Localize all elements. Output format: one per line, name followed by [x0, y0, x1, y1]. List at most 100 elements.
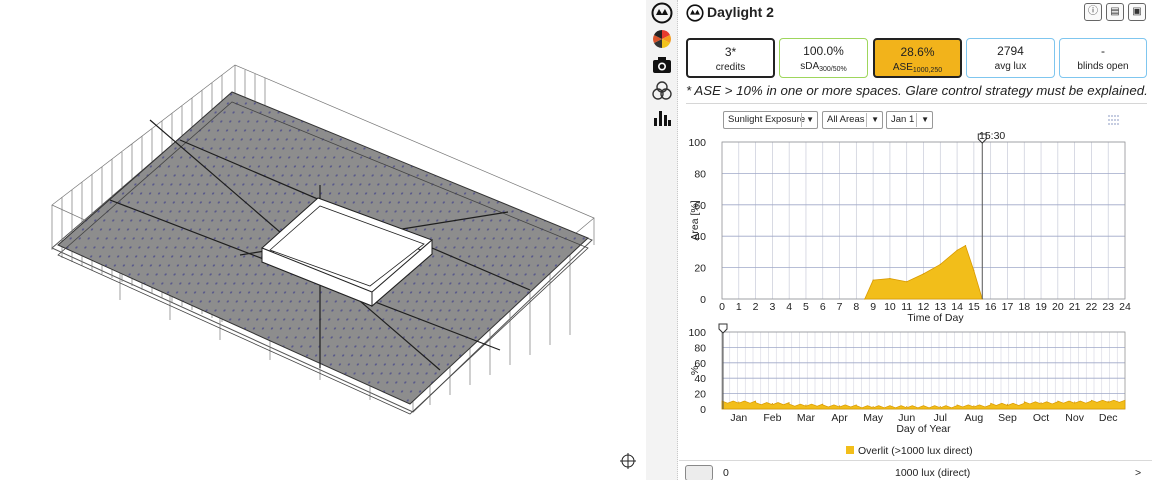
info-icon: ⓘ: [1088, 6, 1098, 17]
building-model-render: [51, 64, 636, 469]
x-tick-label: Apr: [831, 412, 848, 424]
x-tick-label: 21: [1069, 301, 1081, 313]
metric-label: sDA300/50%: [780, 61, 867, 73]
metric-card[interactable]: - blinds open: [1059, 38, 1147, 78]
metric-label: avg lux: [967, 61, 1054, 72]
area-select-value: All Areas: [827, 114, 865, 125]
export-button[interactable]: ▣: [1128, 3, 1146, 21]
daylight-panel: Daylight 2 ⓘ ▤ ▣ 3* credits 100.0% sDA300/5…: [679, 0, 1152, 480]
divider: [686, 103, 1147, 104]
x-tick-label: 23: [1102, 301, 1114, 313]
x-tick-label: 10: [884, 301, 896, 313]
data-point: [964, 245, 967, 247]
x-tick-label: 5: [803, 301, 809, 313]
x-tick-label: 19: [1035, 301, 1047, 313]
area-select[interactable]: All Areas ▼: [822, 111, 883, 129]
metric-card[interactable]: 28.6% ASE1000,250: [873, 38, 962, 78]
date-select[interactable]: Jan 1 ▼: [886, 111, 933, 129]
y-tick-label: 0: [700, 404, 706, 416]
x-tick-label: 7: [837, 301, 843, 313]
info-button[interactable]: ⓘ: [1084, 3, 1102, 21]
y-tick-label: 100: [688, 137, 706, 149]
data-point: [889, 277, 891, 280]
model-viewport[interactable]: [0, 0, 646, 480]
expand-button[interactable]: >: [1135, 467, 1141, 479]
data-point: [771, 403, 773, 405]
x-tick-label: May: [863, 412, 884, 424]
y-tick-label: 80: [694, 168, 706, 180]
data-point: [939, 263, 941, 266]
metric-label: credits: [688, 62, 773, 73]
orbit-icon[interactable]: [620, 453, 636, 469]
data-point: [922, 273, 925, 275]
camera-icon[interactable]: [651, 54, 673, 76]
tool-strip: [646, 0, 678, 480]
metric-label: blinds open: [1060, 61, 1146, 72]
chevron-down-icon: ▼: [806, 115, 814, 124]
x-tick-label: Mar: [797, 412, 816, 424]
metric-label-text: blinds open: [1077, 61, 1129, 72]
data-point: [838, 405, 841, 407]
y-axis-label: Area [%]: [689, 200, 701, 240]
x-tick-label: 24: [1119, 301, 1131, 313]
data-point: [1107, 400, 1109, 402]
data-point: [872, 406, 874, 408]
data-point: [805, 404, 807, 406]
bar-chart-icon[interactable]: [651, 106, 673, 128]
metric-select[interactable]: Sunlight Exposure ▼: [723, 111, 818, 129]
metric-value: 100.0%: [803, 44, 844, 58]
scale-min-value: 0: [723, 467, 729, 479]
metric-label: ASE1000,250: [875, 62, 960, 74]
date-select-value: Jan 1: [891, 114, 915, 125]
metric-card[interactable]: 2794 avg lux: [966, 38, 1055, 78]
chevron-down-icon: ▼: [871, 115, 879, 124]
data-point: [939, 406, 941, 408]
x-tick-label: 17: [1002, 301, 1014, 313]
x-tick-label: 16: [985, 301, 997, 313]
export-icon: ▣: [1132, 6, 1142, 17]
x-tick-label: 8: [853, 301, 859, 313]
legend-swatch: [846, 446, 854, 454]
data-point: [1040, 402, 1042, 404]
save-icon: ▤: [1110, 6, 1120, 17]
x-tick-label: 2: [753, 301, 759, 313]
metric-value: 3*: [724, 45, 737, 59]
data-point: [864, 298, 866, 300]
y-tick-label: 20: [694, 263, 706, 275]
x-tick-label: 18: [1018, 301, 1030, 313]
x-tick-label: Nov: [1065, 412, 1084, 424]
data-point: [956, 249, 958, 251]
x-tick-label: Sep: [998, 412, 1017, 424]
data-point: [872, 279, 874, 281]
x-tick-label: 3: [769, 301, 775, 313]
metric-label-text: credits: [715, 62, 746, 73]
x-tick-label: 6: [820, 301, 826, 313]
x-tick-label: Dec: [1099, 412, 1118, 424]
scale-swatch-button[interactable]: [685, 465, 713, 480]
layers-icon[interactable]: [651, 80, 673, 102]
data-point: [906, 406, 908, 408]
sun-wheel-icon[interactable]: [651, 28, 673, 50]
x-tick-label: Feb: [763, 412, 781, 424]
annual-chart[interactable]: 020406080100Jan Feb Mar Apr May Jun Jul Aug Sep O…: [679, 322, 1152, 442]
y-tick-label: 0: [700, 294, 706, 306]
hourly-chart[interactable]: 0 1 2 3 4 5 6 7 8 9 10 11 12 13 14 15 16 17 18 19 20 21 22 23 24…: [679, 130, 1152, 325]
x-tick-label: Aug: [965, 412, 984, 424]
scale-footer: 0 1000 lux (direct) >: [679, 460, 1152, 480]
time-marker-label: 15:30: [979, 130, 1006, 142]
panel-header: Daylight 2 ⓘ ▤ ▣: [679, 0, 1152, 28]
y-axis-label: %: [689, 366, 701, 375]
x-tick-label: Oct: [1033, 412, 1049, 424]
green-building-icon: [686, 4, 704, 22]
chevron-down-icon: ▼: [921, 115, 929, 124]
ase-warning-note: * ASE > 10% in one or more spaces. Glare…: [686, 83, 1148, 98]
metric-label-text: ASE: [892, 62, 913, 73]
save-button[interactable]: ▤: [1106, 3, 1124, 21]
metric-card[interactable]: 100.0% sDA300/50%: [779, 38, 868, 78]
metric-card[interactable]: 3* credits: [686, 38, 775, 78]
green-building-icon[interactable]: [651, 2, 673, 24]
menu-icon[interactable]: [1107, 113, 1121, 127]
y-tick-label: 100: [688, 327, 706, 339]
x-tick-label: 4: [786, 301, 792, 313]
metric-value: -: [1101, 44, 1105, 58]
